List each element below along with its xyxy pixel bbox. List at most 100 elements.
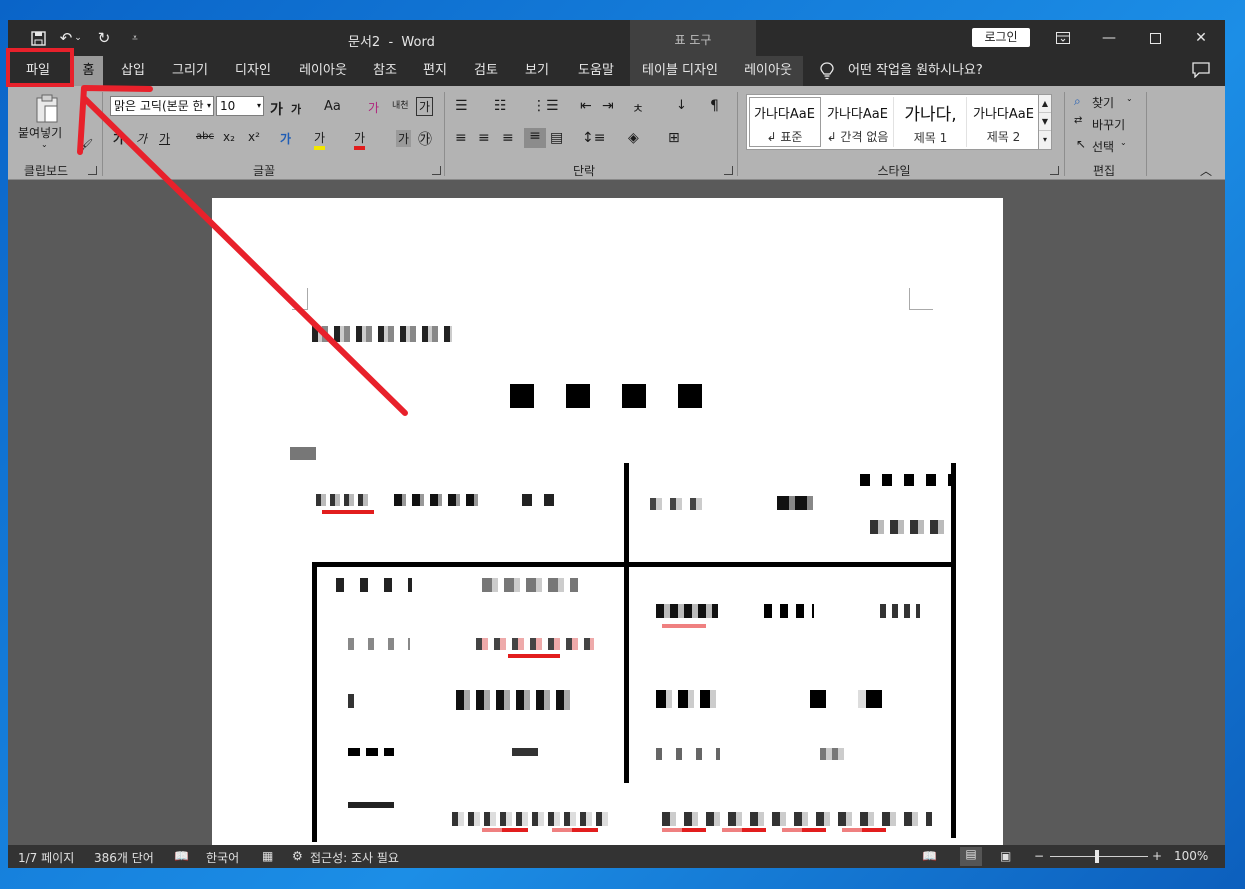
- redo-icon[interactable]: ↻: [94, 28, 114, 48]
- tell-me-search[interactable]: 어떤 작업을 원하시나요?: [848, 56, 983, 86]
- strikethrough-icon[interactable]: abc: [196, 131, 214, 142]
- tab-table-layout[interactable]: 레이아웃: [736, 56, 800, 86]
- proofing-icon[interactable]: 📖: [174, 849, 189, 863]
- change-case-icon[interactable]: Aa: [324, 99, 341, 114]
- align-left-icon[interactable]: ≡: [455, 130, 467, 146]
- select-icon[interactable]: ↖: [1076, 137, 1086, 151]
- tab-view[interactable]: 보기: [518, 56, 556, 86]
- accessibility-status[interactable]: 접근성: 조사 필요: [310, 849, 399, 866]
- styles-scroll[interactable]: ▲ ▼ ▾: [1038, 94, 1052, 150]
- tab-design[interactable]: 디자인: [226, 56, 280, 86]
- character-border-icon[interactable]: 가: [416, 97, 434, 116]
- character-shading-icon[interactable]: 가: [396, 130, 412, 147]
- grow-font-icon[interactable]: 가: [270, 99, 283, 119]
- minimize-icon[interactable]: —: [1086, 20, 1132, 56]
- align-right-icon[interactable]: ≡: [502, 130, 514, 146]
- clipboard-launcher-icon[interactable]: [88, 166, 97, 175]
- increase-indent-icon[interactable]: ⇥: [602, 98, 614, 114]
- tab-references[interactable]: 참조: [366, 56, 404, 86]
- style-tile[interactable]: 가나다AaE 제목 2: [968, 97, 1040, 147]
- ribbon-display-options-icon[interactable]: [1040, 20, 1086, 56]
- tab-insert[interactable]: 삽입: [112, 56, 154, 86]
- asian-layout-icon[interactable]: ㅊ: [632, 98, 644, 117]
- distributed-icon[interactable]: ▤: [550, 130, 563, 146]
- multilevel-list-icon[interactable]: ⋮☰: [532, 98, 559, 114]
- accessibility-icon[interactable]: ⚙: [292, 849, 303, 863]
- copy-icon[interactable]: ▯: [78, 118, 85, 132]
- select-button[interactable]: 선택: [1092, 138, 1114, 155]
- language-indicator[interactable]: 한국어: [206, 849, 239, 866]
- italic-icon[interactable]: 가: [136, 130, 147, 147]
- align-center-icon[interactable]: ≡: [478, 130, 490, 146]
- close-icon[interactable]: ✕: [1178, 20, 1224, 56]
- save-icon[interactable]: [28, 28, 48, 48]
- login-button[interactable]: 로그인: [972, 28, 1030, 47]
- zoom-out-icon[interactable]: −: [1034, 849, 1044, 863]
- font-name-box[interactable]: 맑은 고딕(본문 한 ▾: [110, 96, 214, 116]
- text-effects-icon[interactable]: 가: [280, 130, 291, 147]
- document-page[interactable]: [212, 198, 1003, 845]
- paste-icon[interactable]: [34, 94, 60, 127]
- tab-home[interactable]: 홈: [74, 56, 103, 86]
- zoom-slider-thumb[interactable]: [1095, 850, 1099, 863]
- tab-table-design[interactable]: 테이블 디자인: [636, 56, 724, 86]
- zoom-in-icon[interactable]: +: [1152, 849, 1162, 863]
- tab-draw[interactable]: 그리기: [164, 56, 216, 86]
- paste-dropdown-icon[interactable]: ⌄: [41, 140, 48, 149]
- web-layout-icon[interactable]: ▣: [1000, 849, 1011, 863]
- phonetic-guide-icon[interactable]: 내천: [392, 98, 409, 111]
- styles-launcher-icon[interactable]: [1050, 166, 1059, 175]
- chevron-down-icon[interactable]: ▼: [1039, 113, 1051, 131]
- chevron-down-icon[interactable]: ▾: [257, 97, 261, 115]
- zoom-slider[interactable]: [1050, 856, 1148, 857]
- replace-icon[interactable]: ⇄: [1074, 115, 1082, 126]
- tab-review[interactable]: 검토: [467, 56, 505, 86]
- tab-help[interactable]: 도움말: [570, 56, 622, 86]
- paragraph-launcher-icon[interactable]: [724, 166, 733, 175]
- chevron-down-icon[interactable]: ⌄: [1120, 138, 1127, 147]
- word-count[interactable]: 386개 단어: [94, 849, 154, 866]
- chevron-up-icon[interactable]: ▲: [1039, 95, 1051, 113]
- show-formatting-icon[interactable]: ¶: [710, 98, 719, 114]
- tab-mailings[interactable]: 편지: [416, 56, 454, 86]
- clear-formatting-icon[interactable]: 가: [368, 99, 379, 116]
- decrease-indent-icon[interactable]: ⇤: [580, 98, 592, 114]
- bullets-icon[interactable]: ☰: [455, 98, 468, 114]
- paste-button[interactable]: 붙여넣기: [18, 124, 62, 141]
- zoom-level[interactable]: 100%: [1174, 849, 1208, 863]
- font-size-box[interactable]: 10 ▾: [216, 96, 264, 116]
- lightbulb-icon[interactable]: [820, 62, 836, 80]
- style-tile[interactable]: 가나다AaE ↲ 간격 없음: [822, 97, 894, 147]
- font-color-icon[interactable]: 가: [354, 129, 366, 150]
- chevron-down-icon[interactable]: ⌄: [1126, 94, 1133, 103]
- shading-icon[interactable]: ◈: [628, 130, 639, 146]
- justify-icon[interactable]: ≡: [524, 128, 546, 148]
- subscript-icon[interactable]: x₂: [223, 130, 235, 144]
- style-tile[interactable]: 가나다AaE ↲ 표준: [749, 97, 821, 147]
- enclose-characters-icon[interactable]: ㉮: [418, 129, 432, 149]
- superscript-icon[interactable]: x²: [248, 130, 260, 144]
- shrink-font-icon[interactable]: 가: [291, 101, 301, 117]
- underline-icon[interactable]: 가: [159, 130, 170, 147]
- numbering-icon[interactable]: ☷: [494, 98, 507, 114]
- sort-icon[interactable]: ↓: [676, 98, 687, 113]
- bold-icon[interactable]: 가: [113, 130, 124, 147]
- page-count[interactable]: 1/7 페이지: [18, 849, 74, 866]
- style-tile[interactable]: 가나다, 제목 1: [895, 97, 967, 147]
- read-mode-icon[interactable]: 📖: [922, 849, 937, 863]
- collapse-ribbon-icon[interactable]: ︿: [1200, 162, 1212, 179]
- borders-icon[interactable]: ⊞: [668, 130, 680, 146]
- more-styles-icon[interactable]: ▾: [1039, 131, 1051, 149]
- undo-dropdown-icon[interactable]: ⌄: [72, 28, 84, 48]
- line-spacing-icon[interactable]: ↕≡: [582, 130, 605, 146]
- find-icon[interactable]: ⌕: [1074, 94, 1081, 109]
- macro-record-icon[interactable]: ▦: [262, 849, 273, 863]
- maximize-icon[interactable]: [1132, 20, 1178, 56]
- comment-icon[interactable]: [1192, 62, 1212, 80]
- replace-button[interactable]: 바꾸기: [1092, 116, 1125, 133]
- chevron-down-icon[interactable]: ▾: [207, 97, 211, 115]
- font-launcher-icon[interactable]: [432, 166, 441, 175]
- tab-layout[interactable]: 레이아웃: [290, 56, 356, 86]
- highlight-icon[interactable]: 가: [314, 129, 326, 150]
- customize-qat-icon[interactable]: ⩡: [125, 28, 145, 48]
